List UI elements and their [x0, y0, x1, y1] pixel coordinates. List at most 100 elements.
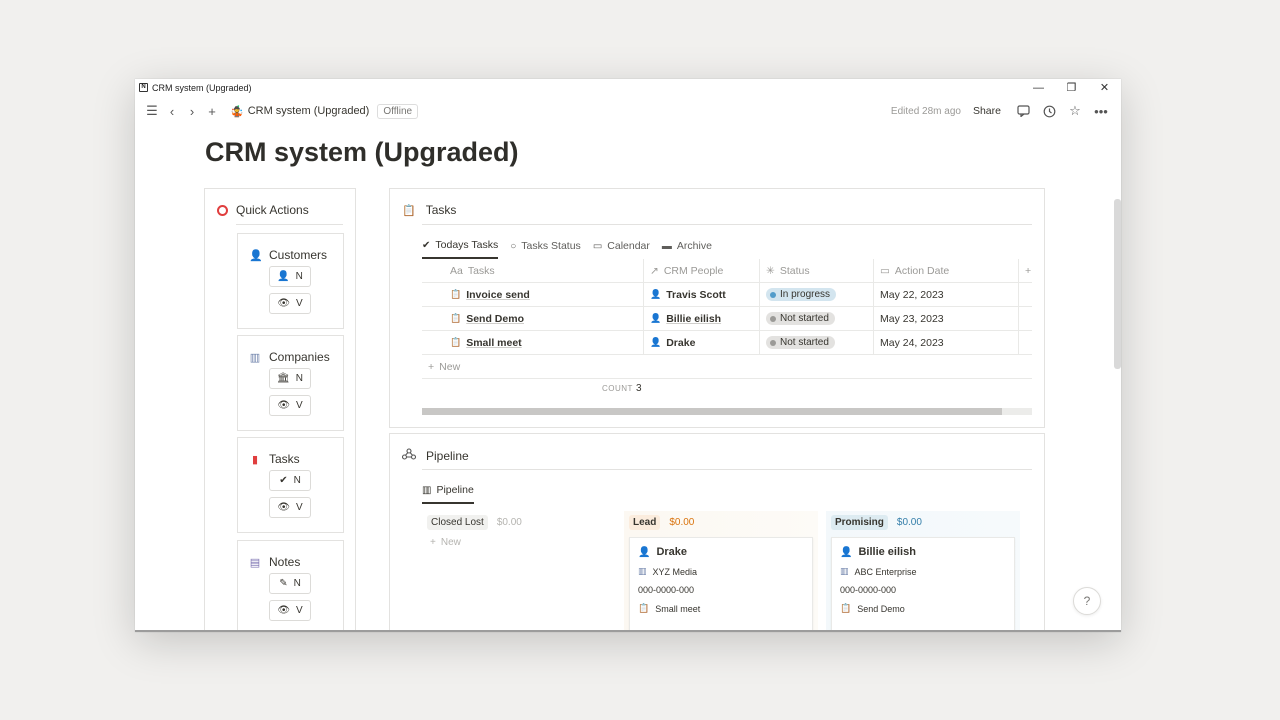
horizontal-scrollbar[interactable]	[422, 408, 1032, 415]
column-header-tasks[interactable]: Aa Tasks	[422, 259, 644, 282]
window-bottom-edge	[135, 630, 1121, 632]
new-task-row-button[interactable]: + New	[422, 355, 1032, 379]
offline-badge: Offline	[377, 103, 419, 119]
favorite-star-icon[interactable]: ☆	[1065, 101, 1085, 121]
new-card-button[interactable]: + New	[422, 537, 616, 548]
forward-arrow-icon[interactable]: ›	[182, 101, 202, 121]
new-task-button[interactable]: ✔ N	[269, 470, 311, 491]
quick-action-tasks: ▮ Tasks ✔ N 👁 V	[237, 437, 344, 533]
alarm-clock-icon	[217, 204, 228, 216]
eye-icon: 👁	[277, 502, 291, 513]
minimize-button[interactable]: —	[1022, 79, 1055, 96]
tab-label: Tasks Status	[521, 240, 581, 252]
task-name[interactable]: Send Demo	[466, 313, 524, 325]
count-label: COUNT	[602, 384, 633, 393]
table-row[interactable]: 📋 Invoice send 👤 Travis Scott In progress …	[422, 283, 1032, 307]
crm-person[interactable]: Billie eilish	[666, 313, 721, 325]
button-label: N	[293, 578, 301, 589]
add-page-icon[interactable]: +	[202, 101, 222, 121]
tab-pipeline[interactable]: ▥ Pipeline	[422, 482, 474, 504]
column-label: CRM People	[663, 264, 724, 277]
history-clock-icon[interactable]	[1039, 101, 1059, 121]
scrollbar-thumb[interactable]	[422, 408, 1002, 415]
column-header-status[interactable]: ✳ Status	[760, 259, 874, 282]
view-notes-button[interactable]: 👁 V	[269, 600, 311, 621]
plus-icon: +	[428, 360, 435, 373]
breadcrumb[interactable]: CRM system (Upgraded)	[248, 105, 370, 117]
pipeline-card[interactable]: 👤 Billie eilish ▥ ABC Enterprise 000-0000-…	[831, 537, 1015, 632]
task-name[interactable]: Invoice send	[466, 289, 530, 301]
page-title: CRM system (Upgraded)	[205, 137, 519, 167]
quick-action-customers: 👤 Customers 👤 N 👁 V	[237, 233, 344, 329]
column-label: Action Date	[894, 264, 950, 277]
new-customer-button[interactable]: 👤 N	[269, 266, 311, 287]
card-task[interactable]: Small meet	[655, 604, 700, 614]
table-row[interactable]: 📋 Send Demo 👤 Billie eilish Not started Ma…	[422, 307, 1032, 331]
comments-icon[interactable]	[1013, 101, 1033, 121]
tab-archive[interactable]: ▬ Archive	[662, 237, 712, 259]
building-icon: ▥	[638, 566, 647, 576]
crm-person[interactable]: Drake	[666, 337, 695, 349]
share-button[interactable]: Share	[973, 105, 1001, 117]
quick-actions-header: Quick Actions	[217, 203, 309, 217]
view-customers-button[interactable]: 👁 V	[269, 293, 311, 314]
status-badge[interactable]: In progress	[766, 288, 837, 301]
table-row[interactable]: 📋 Small meet 👤 Drake Not started May 24, 2…	[422, 331, 1032, 355]
button-label: V	[296, 400, 303, 411]
help-button[interactable]: ?	[1073, 587, 1101, 615]
menu-icon[interactable]: ☰	[142, 101, 162, 121]
task-name[interactable]: Small meet	[466, 337, 521, 349]
status-dot	[770, 291, 776, 298]
status-badge[interactable]: Not started	[766, 336, 835, 349]
tab-todays-tasks[interactable]: ✔ Todays Tasks	[422, 237, 499, 259]
window-controls: — ❐ ✕	[1022, 79, 1121, 96]
person-icon: 👤	[650, 313, 662, 323]
person-icon: 👤	[840, 546, 853, 558]
column-header-crm-people[interactable]: ↗ CRM People	[644, 259, 760, 282]
button-label: N	[295, 271, 303, 282]
status-dot	[770, 339, 776, 346]
back-arrow-icon[interactable]: ‹	[162, 101, 182, 121]
more-options-icon[interactable]: •••	[1091, 101, 1111, 121]
close-button[interactable]: ✕	[1088, 79, 1121, 96]
clipboard-icon: 📋	[450, 289, 462, 299]
card-task[interactable]: Send Demo	[857, 604, 905, 614]
pipeline-title: Pipeline	[426, 448, 469, 463]
text-type-icon: Aa	[450, 264, 463, 277]
new-note-button[interactable]: ✎ N	[269, 573, 311, 594]
pipeline-card[interactable]: 👤 Drake ▥ XYZ Media 000-0000-000 📋 Small me…	[629, 537, 813, 632]
card-name: Drake	[656, 546, 688, 558]
count-summary[interactable]: COUNT 3	[602, 383, 642, 394]
building-icon: ▥	[249, 351, 261, 364]
tab-tasks-status[interactable]: ○ Tasks Status	[510, 237, 581, 259]
vertical-scrollbar[interactable]	[1114, 199, 1121, 369]
pencil-icon: ✎	[279, 578, 288, 589]
action-date: May 24, 2023	[880, 336, 944, 349]
view-tasks-button[interactable]: 👁 V	[269, 497, 311, 518]
quick-actions-title: Quick Actions	[236, 203, 309, 217]
column-label: Status	[779, 264, 810, 277]
crm-person[interactable]: Travis Scott	[666, 289, 726, 301]
new-company-button[interactable]: 🏛 N	[269, 368, 311, 389]
column-tag[interactable]: Promising	[831, 514, 888, 530]
column-header-action-date[interactable]: ▭ Action Date	[874, 259, 1019, 282]
quick-action-label: Companies	[269, 350, 330, 364]
pipeline-nodes-icon	[401, 448, 417, 463]
quick-action-companies: ▥ Companies 🏛 N 👁 V	[237, 335, 344, 431]
calendar-icon: ▭	[880, 264, 890, 277]
status-badge[interactable]: Not started	[766, 312, 835, 325]
column-tag[interactable]: Lead	[629, 514, 661, 530]
add-column-button[interactable]: +	[1019, 259, 1032, 282]
window-titlebar: N CRM system (Upgraded) — ❐ ✕	[135, 79, 1121, 96]
action-date: May 23, 2023	[880, 312, 944, 325]
restore-button[interactable]: ❐	[1055, 79, 1088, 96]
column-header: Lead $0.00	[624, 511, 818, 533]
tab-calendar[interactable]: ▭ Calendar	[593, 237, 650, 259]
column-tag[interactable]: Closed Lost	[427, 514, 488, 530]
card-company[interactable]: XYZ Media	[653, 567, 698, 577]
card-company[interactable]: ABC Enterprise	[855, 567, 917, 577]
circle-icon: ○	[510, 240, 517, 252]
card-name: Billie eilish	[858, 546, 916, 558]
view-companies-button[interactable]: 👁 V	[269, 395, 311, 416]
check-circle-icon: ✔	[422, 239, 431, 251]
